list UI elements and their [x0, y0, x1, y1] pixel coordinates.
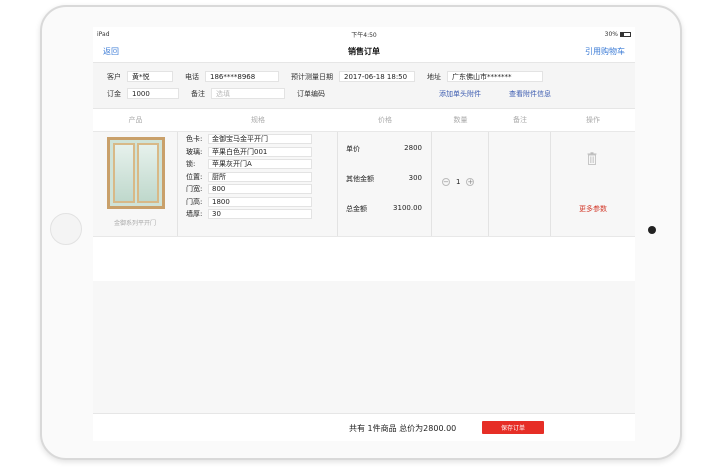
form-row-2: 订金 1000 备注 选填 订单编码 添加单头附件 查看附件信息: [107, 85, 621, 102]
deposit-field[interactable]: 1000: [127, 88, 179, 99]
remark-field[interactable]: 选填: [211, 88, 285, 99]
add-attachment-link[interactable]: 添加单头附件: [439, 89, 481, 99]
table-header: 产品 规格 价格 数量 备注 操作: [93, 109, 635, 131]
customer-label: 客户: [107, 72, 121, 81]
spec-value-field[interactable]: 苹果灰开门A: [208, 159, 312, 170]
customer-field[interactable]: 黄*悦: [127, 71, 173, 82]
header-price: 价格: [378, 116, 392, 124]
product-cell[interactable]: 金御系列平开门: [93, 132, 178, 236]
action-cell: 更多参数: [551, 132, 635, 236]
quantity-stepper: − 1 +: [442, 178, 475, 186]
other-amount-value: 300: [408, 174, 422, 182]
spec-key: 玻璃:: [186, 147, 203, 156]
total-label: 总金额: [346, 205, 367, 213]
deposit-label: 订金: [107, 89, 121, 98]
camera-icon: [648, 226, 656, 234]
spec-key: 门高:: [186, 197, 203, 206]
header-product: 产品: [128, 116, 143, 124]
quantity-cell: − 1 +: [432, 132, 489, 236]
spec-key: 墙厚:: [186, 210, 203, 219]
order-code-label: 订单编码: [297, 89, 325, 98]
status-bar: iPad 下午4:50 30%: [93, 27, 635, 41]
address-field[interactable]: 广东佛山市*******: [447, 71, 543, 82]
cart-button[interactable]: 引用购物车: [585, 46, 625, 57]
other-amount-label: 其他金额: [346, 175, 374, 183]
content-area: [93, 281, 635, 413]
quantity-value[interactable]: 1: [456, 178, 460, 186]
back-button[interactable]: 返回: [103, 46, 119, 57]
door-leaf-left: [113, 143, 135, 203]
page-title: 销售订单: [348, 47, 380, 56]
spec-height: 门高: 1800: [186, 196, 337, 209]
increment-button[interactable]: +: [466, 178, 475, 186]
total-line: 总金额 3100.00: [346, 204, 422, 214]
other-amount-line: 其他金额 300: [346, 174, 422, 184]
unit-price-line: 单价 2800: [346, 144, 422, 154]
spec-key: 锁:: [186, 160, 196, 169]
spec-width: 门宽: 800: [186, 183, 337, 196]
spec-key: 位置:: [186, 172, 203, 181]
phone-label: 电话: [185, 72, 199, 81]
spec-key: 门宽:: [186, 185, 203, 194]
spec-value-field[interactable]: 苹果白色开门001: [208, 146, 312, 157]
view-attachment-link[interactable]: 查看附件信息: [509, 89, 551, 99]
product-image: [107, 137, 165, 209]
nav-bar: 返回 销售订单 引用购物车: [93, 41, 635, 63]
spec-value-field[interactable]: 厨所: [208, 171, 312, 182]
total-value: 3100.00: [393, 204, 422, 212]
phone-field[interactable]: 186****8968: [205, 71, 279, 82]
spec-cell: 色卡: 金御宝马金平开门 玻璃: 苹果白色开门001 锁: 苹果灰开门A 位置:…: [178, 132, 338, 236]
spec-value-field[interactable]: 1800: [208, 196, 312, 207]
measure-date-field[interactable]: 2017-06-18 18:50: [339, 71, 415, 82]
spec-value-field[interactable]: 金御宝马金平开门: [208, 134, 312, 145]
decrement-button[interactable]: −: [442, 178, 450, 186]
header-note: 备注: [513, 116, 527, 124]
spec-value-field[interactable]: 800: [208, 184, 312, 195]
spec-key: 色卡:: [186, 135, 203, 144]
measure-date-label: 预计测量日期: [291, 72, 333, 81]
header-action: 操作: [586, 116, 600, 124]
spec-glass: 玻璃: 苹果白色开门001: [186, 146, 337, 159]
save-order-button[interactable]: 保存订单: [482, 421, 544, 434]
price-cell: 单价 2800 其他金额 300 总金额 3100.00: [338, 132, 432, 236]
note-cell[interactable]: [489, 132, 551, 236]
home-button[interactable]: [50, 213, 82, 245]
header-quantity: 数量: [453, 116, 468, 124]
spec-position: 位置: 厨所: [186, 171, 337, 184]
more-params-link[interactable]: 更多参数: [551, 204, 635, 214]
battery-icon: [620, 31, 631, 37]
header-spec: 规格: [251, 116, 265, 124]
app-screen: iPad 下午4:50 30% 返回 销售订单 引用购物车 客户 黄*悦 电话 …: [93, 27, 635, 441]
spec-lock: 锁: 苹果灰开门A: [186, 158, 337, 171]
clock: 下午4:50: [351, 31, 377, 39]
form-row-1: 客户 黄*悦 电话 186****8968 预计测量日期 2017-06-18 …: [107, 68, 621, 85]
remark-label: 备注: [191, 89, 205, 98]
address-label: 地址: [427, 72, 441, 81]
spec-value-field[interactable]: 30: [208, 209, 312, 220]
unit-price-value: 2800: [404, 144, 422, 152]
door-leaf-right: [137, 143, 159, 203]
trash-icon[interactable]: [587, 152, 597, 165]
spec-color: 色卡: 金御宝马金平开门: [186, 133, 337, 146]
order-summary: 共有 1件商品 总价为2800.00: [349, 424, 457, 433]
footer-bar: 共有 1件商品 总价为2800.00 保存订单: [93, 413, 635, 441]
unit-price-label: 单价: [346, 145, 360, 153]
table-row: 金御系列平开门 色卡: 金御宝马金平开门 玻璃: 苹果白色开门001 锁: 苹果…: [93, 131, 635, 237]
order-header-form: 客户 黄*悦 电话 186****8968 预计测量日期 2017-06-18 …: [93, 63, 635, 109]
product-name: 金御系列平开门: [113, 220, 156, 227]
spec-wall: 墙厚: 30: [186, 208, 337, 221]
